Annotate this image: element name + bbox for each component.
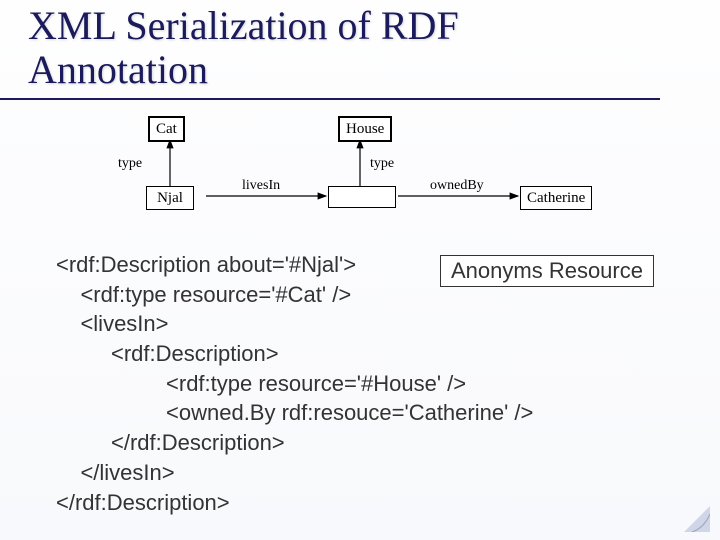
- code-line: <rdf:type resource='#House' />: [56, 371, 466, 396]
- code-line: <rdf:Description about='#Njal'>: [56, 252, 356, 277]
- title-line-2: Annotation: [28, 47, 208, 92]
- edge-label-livesin: livesIn: [242, 178, 280, 194]
- code-line: <rdf:Description>: [56, 341, 279, 366]
- node-cat: Cat: [148, 116, 185, 142]
- code-line: </rdf:Description>: [56, 490, 230, 515]
- code-line: </rdf:Description>: [56, 430, 285, 455]
- code-line: <livesIn>: [56, 311, 169, 336]
- node-blank: [328, 186, 396, 208]
- edge-label-ownedby: ownedBy: [430, 178, 484, 194]
- node-njal: Njal: [146, 186, 194, 210]
- edge-label-type-right: type: [370, 156, 394, 172]
- title-line-1: XML Serialization of RDF: [28, 3, 459, 48]
- rdf-graph-diagram: Cat House Njal Catherine type type lives…: [138, 116, 608, 226]
- code-line: <owned.By rdf:resouce='Catherine' />: [56, 400, 533, 425]
- edge-label-type-left: type: [118, 156, 142, 172]
- slide-title: XML Serialization of RDF Annotation: [0, 0, 660, 100]
- page-curl-icon: [684, 506, 710, 532]
- node-catherine: Catherine: [520, 186, 592, 210]
- code-line: <rdf:type resource='#Cat' />: [56, 282, 351, 307]
- rdf-xml-code-block: <rdf:Description about='#Njal'> <rdf:typ…: [56, 250, 533, 517]
- code-line: </livesIn>: [56, 460, 175, 485]
- node-house: House: [338, 116, 392, 142]
